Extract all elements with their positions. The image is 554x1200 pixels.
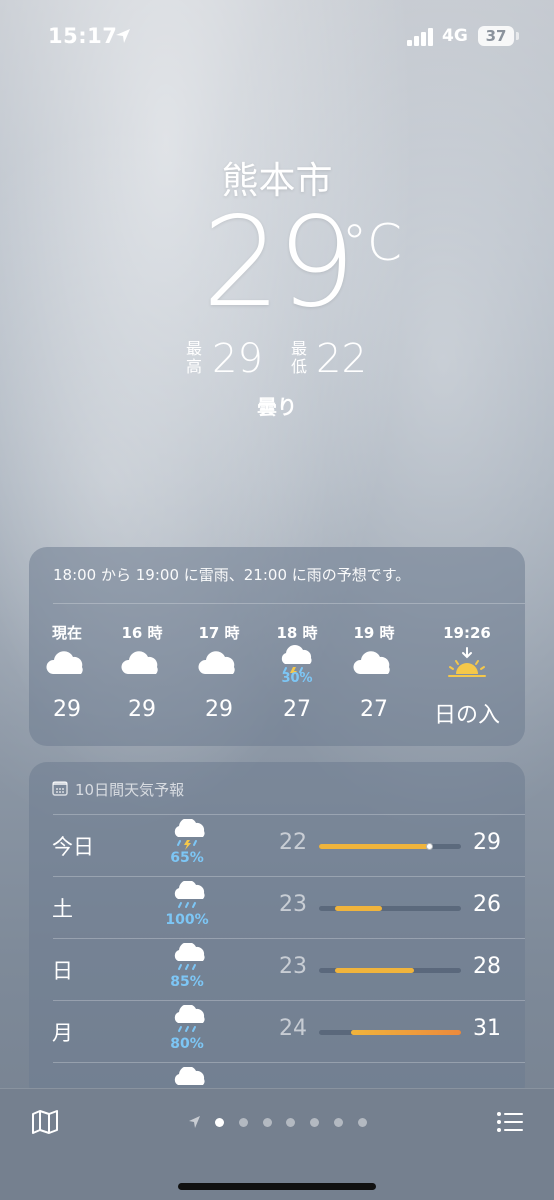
current-temperature-wrap: 29 <box>0 198 554 328</box>
day-label: 日 <box>52 959 73 983</box>
network-type: 4G <box>442 26 468 46</box>
hour-label: 19:26 <box>443 624 491 642</box>
list-icon[interactable] <box>496 1111 524 1133</box>
temp-range-bar <box>319 843 461 850</box>
day-high: 29 <box>473 830 501 855</box>
day-low: 23 <box>279 892 307 917</box>
bottom-toolbar <box>0 1088 554 1200</box>
calendar-icon <box>52 781 68 796</box>
page-dot-active[interactable] <box>215 1118 224 1127</box>
hour-temp: 29 <box>53 697 81 722</box>
hour-item: 16 時 29 <box>107 623 177 722</box>
page-dot[interactable] <box>334 1118 343 1127</box>
hour-temp: 日の入 <box>433 703 500 728</box>
temperature-unit: °C <box>342 214 402 272</box>
location-arrow-icon <box>116 29 130 43</box>
hour-label: 16 時 <box>121 624 163 642</box>
daily-title: 10日間天気予報 <box>75 781 185 799</box>
rain-icon <box>174 1005 205 1032</box>
hour-label: 17 時 <box>198 624 240 642</box>
hour-item: 現在 29 <box>32 623 102 722</box>
home-indicator[interactable] <box>178 1183 376 1190</box>
hourly-summary: 18:00 から 19:00 に雷雨、21:00 に雨の予想です。 <box>53 566 411 584</box>
day-high: 28 <box>473 954 501 979</box>
sunset-icon <box>432 643 502 683</box>
hour-item: 19:26 日の入 <box>432 623 502 728</box>
page-dot[interactable] <box>286 1118 295 1127</box>
current-temp-dot <box>426 843 434 850</box>
current-temperature: 29 <box>202 191 356 335</box>
day-label: 月 <box>52 1021 73 1045</box>
cloud-icon <box>107 643 177 683</box>
high-label: 最高 <box>185 339 202 376</box>
rain-icon <box>174 881 205 908</box>
day-low: 24 <box>279 1016 307 1041</box>
day-label: 土 <box>52 897 73 921</box>
daily-row[interactable]: 土 100% 23 26 <box>29 877 525 939</box>
hour-temp: 27 <box>283 697 311 722</box>
battery-icon: 37 <box>478 26 514 46</box>
hour-temp: 29 <box>205 697 233 722</box>
day-precip: 85% <box>170 974 204 990</box>
daily-forecast-card[interactable]: 10日間天気予報 今日 65% 22 29 土 100% 23 26 日 85% <box>29 762 525 1102</box>
low-temp: 22 <box>316 336 367 382</box>
status-bar: 15:17 4G 37 <box>0 0 554 70</box>
condition-text: 曇り <box>257 395 297 419</box>
page-dot[interactable] <box>310 1118 319 1127</box>
map-icon[interactable] <box>31 1109 59 1135</box>
temp-range-bar <box>319 906 461 911</box>
hour-item: 17 時 29 <box>184 623 254 722</box>
hour-precip: 30% <box>281 671 313 686</box>
status-time: 15:17 <box>48 24 118 48</box>
day-label: 今日 <box>52 835 94 859</box>
hourly-forecast-card[interactable]: 18:00 から 19:00 に雷雨、21:00 に雨の予想です。 現在 29 … <box>29 547 525 746</box>
day-low: 23 <box>279 954 307 979</box>
page-dot[interactable] <box>239 1118 248 1127</box>
temp-range-bar <box>319 968 461 973</box>
day-low: 22 <box>279 830 307 855</box>
low-label: 最低 <box>290 339 307 376</box>
rain-icon <box>174 943 205 970</box>
temp-range-bar <box>319 1030 461 1035</box>
battery-tip <box>516 32 519 40</box>
cellular-signal-icon <box>407 28 435 46</box>
high-temp: 29 <box>212 336 263 382</box>
day-precip: 80% <box>170 1036 204 1052</box>
page-dot[interactable] <box>358 1118 367 1127</box>
day-precip: 65% <box>170 850 204 866</box>
cloud-icon <box>339 643 409 683</box>
hour-temp: 27 <box>360 697 388 722</box>
thunderstorm-icon <box>174 819 205 850</box>
hour-temp: 29 <box>128 697 156 722</box>
page-dot[interactable] <box>263 1118 272 1127</box>
day-precip: 100% <box>165 912 209 928</box>
cloud-icon <box>184 643 254 683</box>
hour-item: 18 時 30% 27 <box>262 623 332 722</box>
daily-row[interactable]: 月 80% 24 31 <box>29 1001 525 1063</box>
day-high: 26 <box>473 892 501 917</box>
high-low: 最高 29 最低 22 <box>0 336 554 382</box>
divider <box>53 603 525 604</box>
daily-row[interactable]: 日 85% 23 28 <box>29 939 525 1001</box>
daily-row[interactable]: 今日 65% 22 29 <box>29 815 525 877</box>
hour-label: 18 時 <box>276 624 318 642</box>
cloud-icon <box>32 643 102 683</box>
location-arrow-icon <box>189 1116 200 1128</box>
hour-label: 現在 <box>51 624 82 642</box>
day-high: 31 <box>473 1016 501 1041</box>
hour-label: 19 時 <box>353 624 395 642</box>
hour-item: 19 時 27 <box>339 623 409 722</box>
